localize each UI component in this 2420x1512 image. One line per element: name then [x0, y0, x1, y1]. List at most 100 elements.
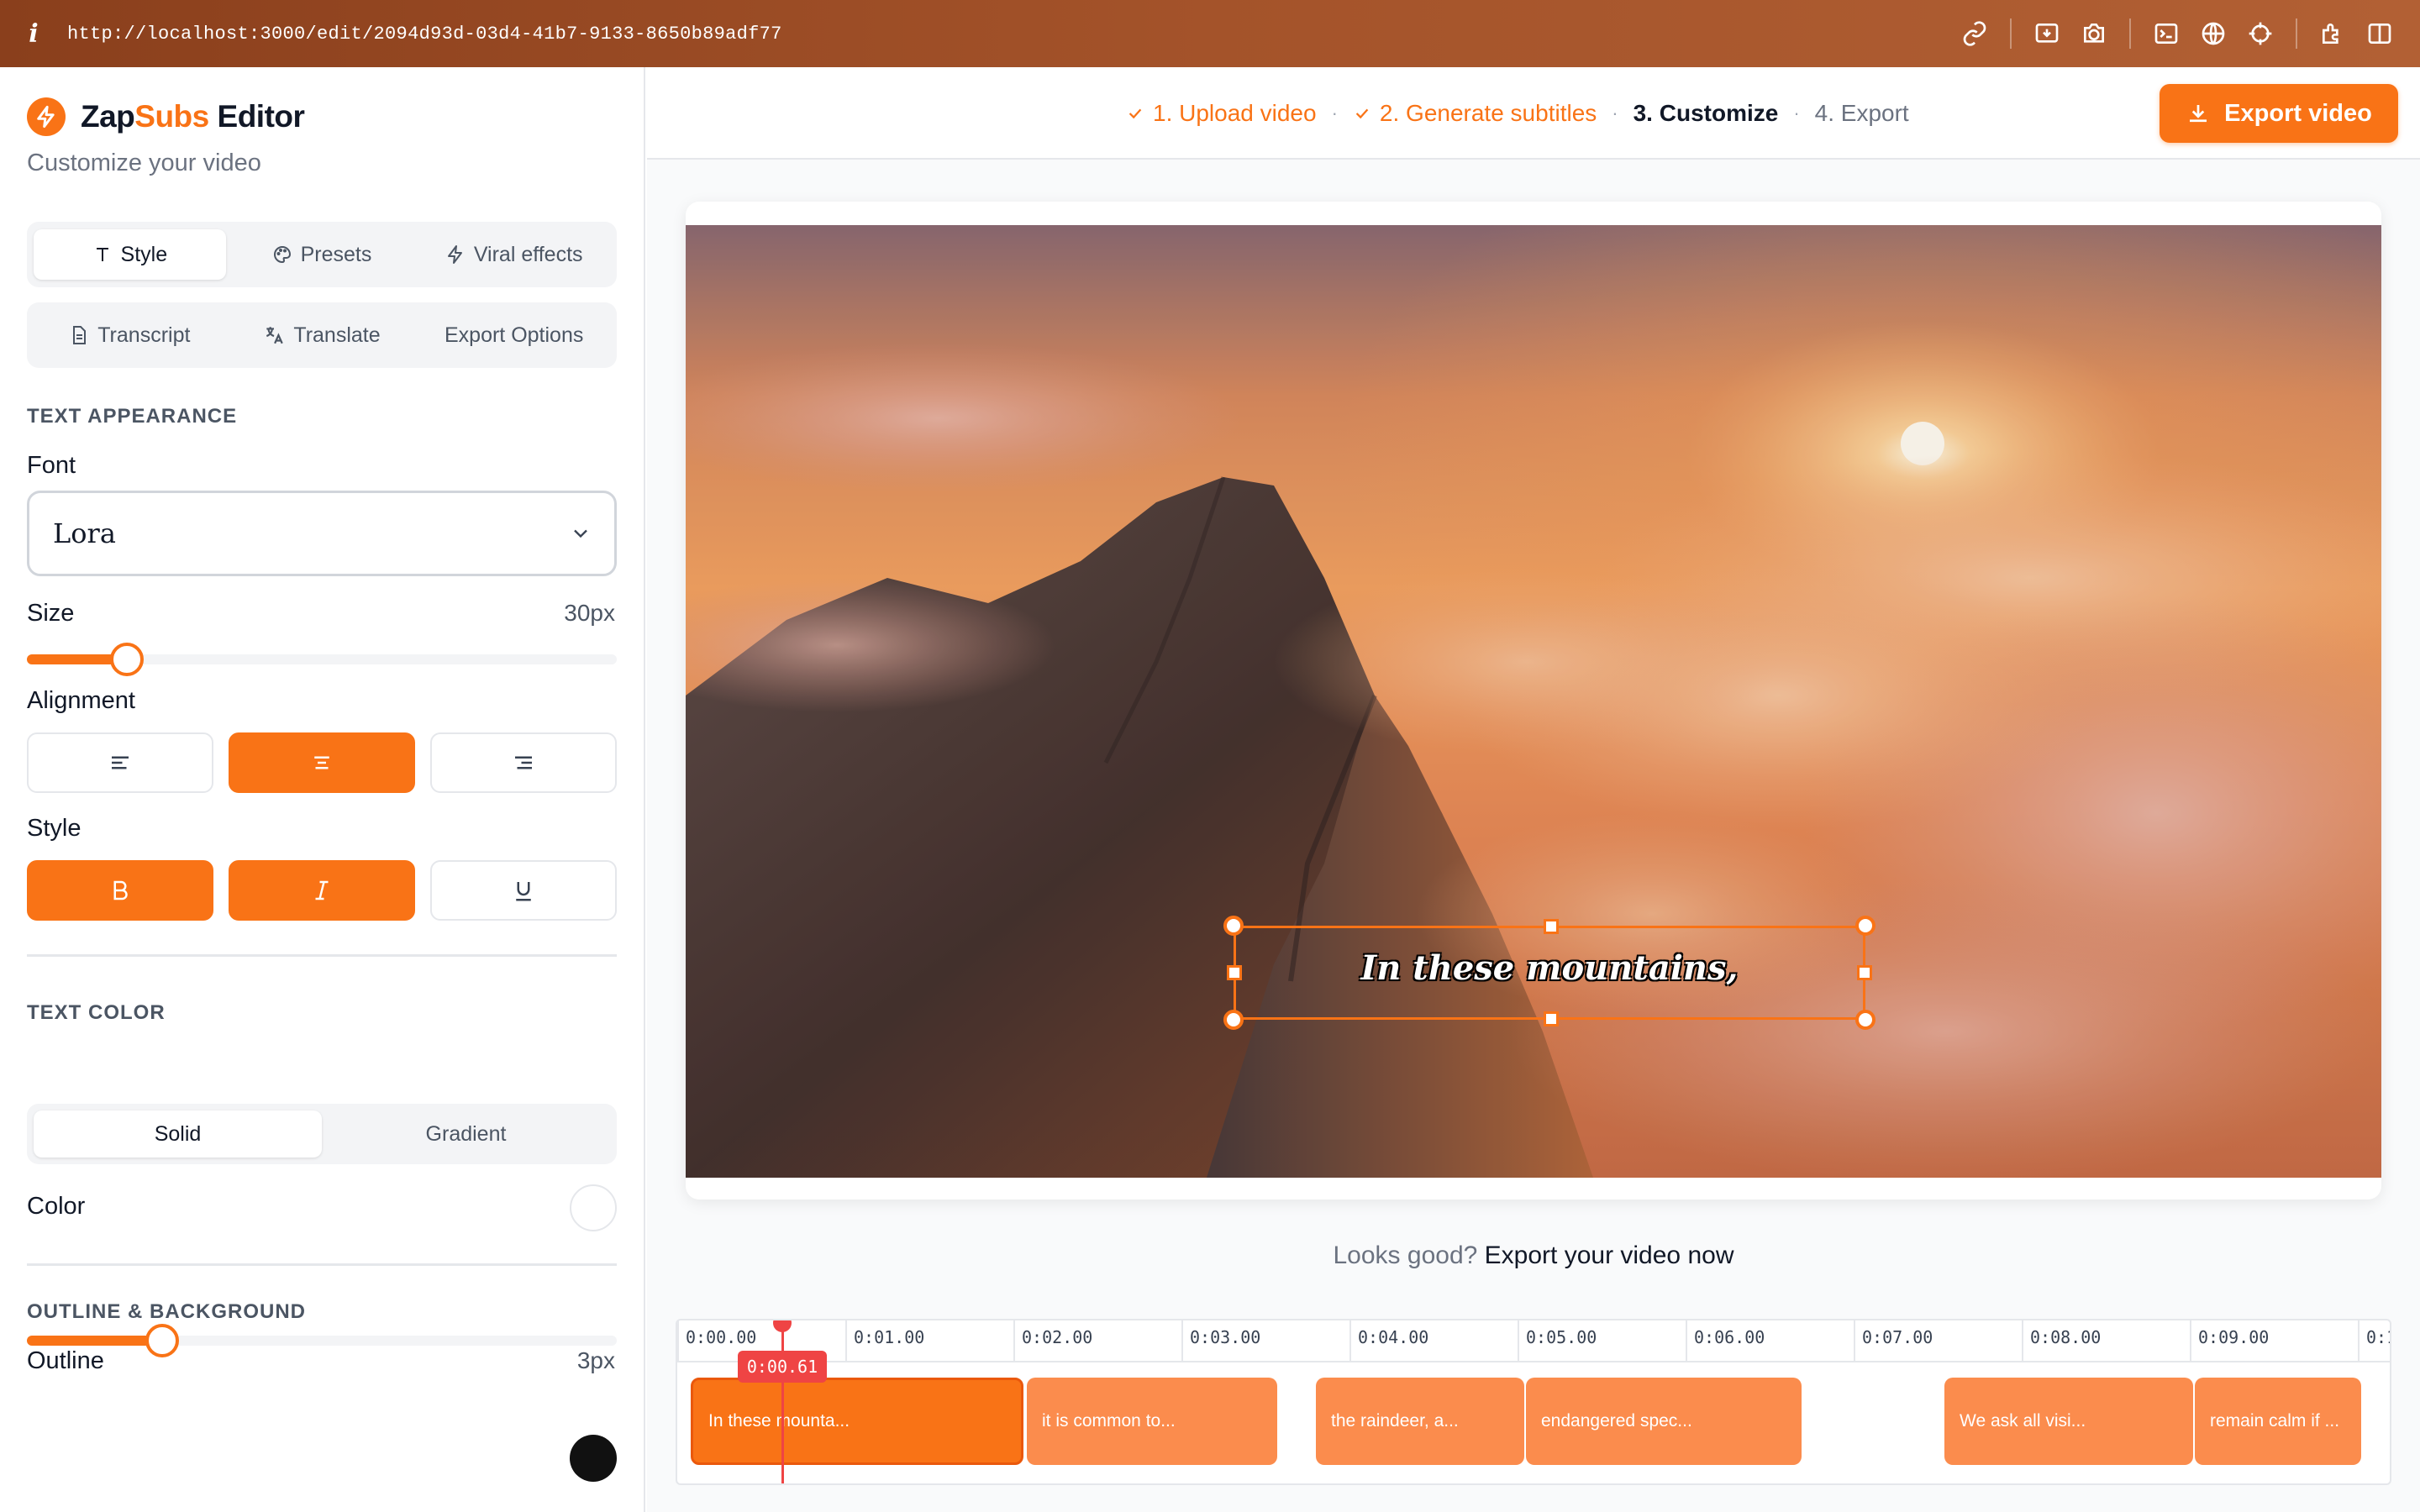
resize-handle-bottom[interactable]	[1544, 1011, 1559, 1026]
document-icon	[73, 326, 87, 344]
tab-style-label: Style	[120, 242, 168, 266]
tab-style[interactable]: Style	[34, 229, 226, 280]
tab-viral-effects[interactable]: Viral effects	[418, 229, 610, 280]
subtitle-clip[interactable]: endangered spec...	[1526, 1378, 1802, 1465]
tab-translate[interactable]: Translate	[226, 310, 418, 360]
export-video-button[interactable]: Export video	[2160, 84, 2398, 143]
underline-button[interactable]	[430, 860, 617, 921]
toolbar-separator	[2129, 18, 2131, 49]
bolt-logo-icon	[27, 97, 66, 136]
outline-slider[interactable]	[27, 1322, 617, 1357]
bold-icon	[113, 880, 128, 900]
resize-handle-right[interactable]	[1857, 965, 1872, 980]
subtitle-preview-text[interactable]: In these mountains,	[1236, 948, 1863, 988]
tab-export-options[interactable]: Export Options	[418, 310, 610, 360]
align-left-icon	[112, 756, 129, 769]
italic-icon	[315, 880, 329, 900]
site-info-icon[interactable]: i	[0, 19, 67, 49]
secondary-tabs: Transcript Translate Export Options	[27, 302, 617, 368]
size-slider[interactable]	[27, 641, 617, 676]
font-label: Font	[27, 452, 76, 479]
align-right-icon	[515, 756, 532, 769]
text-color-swatch[interactable]	[570, 1184, 617, 1231]
resize-handle-top-right[interactable]	[1855, 916, 1876, 936]
subtitle-clip[interactable]: In these mounta...	[691, 1378, 1023, 1465]
alignment-buttons	[27, 732, 617, 793]
browser-tools	[1951, 0, 2403, 67]
app-title: ZapSubs Editor	[81, 99, 305, 134]
outline-color-swatch[interactable]	[570, 1435, 617, 1482]
subtitle-clip[interactable]: remain calm if ...	[2195, 1378, 2361, 1465]
step-customize: 3. Customize	[1634, 100, 1779, 127]
subtitle-clip[interactable]: it is common to...	[1027, 1378, 1277, 1465]
color-mode-solid[interactable]: Solid	[34, 1110, 322, 1158]
crosshair-icon[interactable]	[2237, 10, 2284, 57]
align-left-button[interactable]	[27, 732, 213, 793]
step-export-label: 4. Export	[1814, 100, 1909, 126]
export-video-label: Export video	[2224, 99, 2372, 127]
step-separator: ·	[1612, 102, 1618, 123]
resize-handle-top[interactable]	[1544, 919, 1559, 934]
editor-main: 1. Upload video · 2. Generate subtitles …	[647, 67, 2420, 1512]
step-export[interactable]: 4. Export	[1815, 100, 1909, 127]
size-slider-handle[interactable]	[110, 643, 145, 676]
sidebar-icon[interactable]	[2356, 10, 2403, 57]
text-color-heading: TEXT COLOR	[27, 1001, 166, 1024]
subtitle-selection-box[interactable]: In these mountains,	[1223, 916, 1876, 1030]
resize-handle-bottom-right[interactable]	[1855, 1010, 1876, 1030]
step-upload-label: 1. Upload video	[1153, 100, 1317, 126]
section-divider	[27, 1263, 617, 1266]
resize-handle-bottom-left[interactable]	[1223, 1010, 1244, 1030]
italic-button[interactable]	[229, 860, 415, 921]
bold-button[interactable]	[27, 860, 213, 921]
video-preview[interactable]: In these mountains,	[686, 225, 2381, 1178]
timeline-tick: 0:09.00	[2190, 1320, 2269, 1362]
timeline-tick: 0:03.00	[1181, 1320, 1260, 1362]
step-upload[interactable]: 1. Upload video	[1126, 100, 1317, 127]
extensions-icon[interactable]	[2309, 10, 2356, 57]
link-icon[interactable]	[1951, 10, 1998, 57]
underline-icon	[516, 882, 531, 901]
align-right-button[interactable]	[430, 732, 617, 793]
align-center-button[interactable]	[229, 732, 415, 793]
subtitle-timeline[interactable]: 0:00.00 0:01.00 0:02.00 0:03.00 0:04.00 0:05.…	[676, 1319, 2391, 1485]
color-label: Color	[27, 1193, 86, 1220]
tab-transcript-label: Transcript	[97, 323, 191, 347]
address-bar[interactable]: http://localhost:3000/edit/2094d93d-03d4…	[67, 24, 782, 45]
font-select[interactable]: Lora	[27, 491, 617, 576]
playhead[interactable]	[781, 1320, 784, 1483]
check-icon	[1128, 108, 1142, 119]
style-label: Style	[27, 815, 82, 842]
step-generate-subtitles[interactable]: 2. Generate subtitles	[1353, 100, 1597, 127]
alignment-label: Alignment	[27, 687, 135, 714]
step-separator: ·	[1793, 102, 1800, 123]
timeline-tick: 0:08.00	[2022, 1320, 2101, 1362]
export-prompt-text: Looks good?	[1333, 1242, 1485, 1269]
chevron-down-icon	[574, 529, 587, 538]
terminal-icon[interactable]	[2143, 10, 2190, 57]
camera-icon[interactable]	[2070, 10, 2118, 57]
bolt-icon	[447, 245, 462, 264]
progress-steps: 1. Upload video · 2. Generate subtitles …	[1126, 67, 1909, 160]
globe-icon[interactable]	[2190, 10, 2237, 57]
color-mode-gradient[interactable]: Gradient	[322, 1110, 610, 1158]
subtitle-clip[interactable]: the raindeer, a...	[1316, 1378, 1524, 1465]
video-frame	[686, 225, 2381, 1178]
resize-handle-top-left[interactable]	[1223, 916, 1244, 936]
color-mode-toggle: Solid Gradient	[27, 1104, 617, 1164]
install-icon[interactable]	[2023, 10, 2070, 57]
export-prompt-link[interactable]: Export your video now	[1485, 1242, 1734, 1269]
timeline-tick: 0:06.00	[1686, 1320, 1765, 1362]
font-select-value: Lora	[53, 517, 116, 549]
brand: ZapSubs Editor	[27, 97, 305, 136]
tab-presets[interactable]: Presets	[226, 229, 418, 280]
outline-slider-handle[interactable]	[145, 1324, 180, 1357]
tab-viral-effects-label: Viral effects	[473, 242, 583, 266]
export-prompt: Looks good? Export your video now	[647, 1242, 2420, 1270]
tab-export-options-label: Export Options	[445, 323, 584, 347]
tab-transcript[interactable]: Transcript	[34, 310, 226, 360]
resize-handle-left[interactable]	[1227, 965, 1242, 980]
download-icon	[2190, 105, 2207, 123]
app-subtitle: Customize your video	[27, 150, 261, 176]
subtitle-clip[interactable]: We ask all visi...	[1944, 1378, 2193, 1465]
